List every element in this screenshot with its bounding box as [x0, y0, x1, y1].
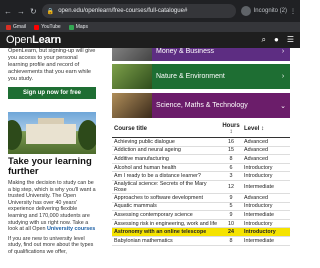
course-title[interactable]: Am I ready to be a distance learner?	[112, 171, 220, 181]
table-header-row: Course title Hours ↕ Level ↕	[112, 121, 290, 138]
table-row[interactable]: Approaches to software development 9 Advan…	[112, 193, 290, 203]
table-row[interactable]: Aquatic mammals 5 Introductory	[112, 202, 290, 212]
catalogue: Money & Business › Nature & Environment …	[112, 48, 290, 268]
table-row[interactable]: Assessing risk in engineering, work and …	[112, 219, 290, 229]
building-shape	[26, 124, 76, 144]
sidebar: OpenLearn, but signing-up will give you …	[0, 48, 104, 268]
signup-intro: OpenLearn, but signing-up will give you …	[8, 48, 96, 82]
signup-button[interactable]: Sign up now for free	[8, 87, 96, 99]
tree-shape	[8, 120, 22, 150]
course-title[interactable]: Additive manufacturing	[112, 154, 220, 164]
page-content: OpenLearn, but signing-up will give you …	[0, 48, 300, 268]
category-science-maths-technology[interactable]: Science, Maths & Technology ⌄	[112, 93, 290, 118]
course-title[interactable]: Addiction and neural ageing	[112, 146, 220, 156]
category-thumb	[112, 48, 152, 61]
category-thumb	[112, 93, 152, 118]
table-row[interactable]: Analytical science: Secrets of the Mary …	[112, 180, 290, 194]
maps-icon	[68, 24, 74, 30]
table-row[interactable]: Assessing contemporary science 9 Intermedi…	[112, 210, 290, 220]
promo-more: If you are new to university level study…	[8, 235, 94, 255]
lock-icon: 🔒	[46, 8, 55, 15]
openlearn-logo[interactable]: OpenLearn	[6, 34, 61, 46]
course-title[interactable]: Babylonian mathematics	[112, 236, 220, 246]
youtube-icon	[34, 24, 40, 30]
promo-title: Take your learning further	[8, 156, 92, 177]
table-row[interactable]: Achieving public dialogue 16 Advanced	[112, 137, 290, 147]
category-money-business[interactable]: Money & Business ›	[112, 48, 290, 61]
user-icon[interactable]: ●	[274, 35, 279, 45]
promo-link[interactable]: University courses	[47, 226, 95, 232]
url-text: open.edu/openlearn/free-courses/full-cat…	[58, 8, 188, 14]
column-course-title[interactable]: Course title	[112, 121, 220, 138]
address-bar[interactable]: 🔒 open.edu/openlearn/free-courses/full-c…	[41, 4, 236, 18]
chevron-right-icon: ›	[281, 73, 285, 80]
course-title[interactable]: Alcohol and human health	[112, 163, 220, 173]
course-title[interactable]: Aquatic mammals	[112, 202, 220, 212]
category-thumb	[112, 64, 152, 89]
tree-shape	[78, 120, 96, 150]
gmail-icon	[6, 24, 11, 30]
category-nature-environment[interactable]: Nature & Environment ›	[112, 64, 290, 89]
table-row[interactable]: Am I ready to be a distance learner? 3 Int…	[112, 171, 290, 181]
table-row[interactable]: Alcohol and human health 6 Introductory	[112, 163, 290, 173]
table-row[interactable]: Addiction and neural ageing 15 Advanced	[112, 146, 290, 156]
promo-text: Making the decision to study can be a bi…	[8, 180, 96, 233]
bookmarks-bar: Gmail YouTube Maps	[0, 22, 300, 32]
course-table: Course title Hours ↕ Level ↕ Achieving p…	[112, 121, 290, 246]
course-title[interactable]: Achieving public dialogue	[112, 137, 220, 147]
menu-icon[interactable]: ☰	[287, 35, 294, 45]
course-title[interactable]: Analytical science: Secrets of the Mary …	[112, 180, 220, 194]
nav-buttons: ← → ↻	[4, 7, 37, 16]
bookmark-gmail[interactable]: Gmail	[6, 24, 26, 30]
table-row[interactable]: Additive manufacturing 8 Advanced	[112, 154, 290, 164]
course-title[interactable]: Assessing contemporary science	[112, 210, 220, 220]
browser-toolbar: ← → ↻ 🔒 open.edu/openlearn/free-courses/…	[0, 0, 300, 22]
bookmark-youtube[interactable]: YouTube	[34, 24, 61, 30]
forward-icon[interactable]: →	[17, 7, 25, 16]
profile-label: Incognito (2)	[253, 8, 287, 14]
course-title[interactable]: Assessing risk in engineering, work and …	[112, 219, 220, 229]
sort-icon: ↕	[229, 129, 233, 135]
bookmark-maps[interactable]: Maps	[68, 24, 88, 30]
column-level[interactable]: Level ↕	[242, 121, 290, 138]
table-row-highlighted[interactable]: Astronomy with an online telescope 24 Intr…	[112, 227, 290, 237]
column-hours[interactable]: Hours ↕	[220, 121, 242, 138]
incognito-icon	[240, 6, 251, 16]
menu-dots-icon[interactable]: ⋮	[290, 8, 296, 15]
table-row[interactable]: Babylonian mathematics 8 Intermediate	[112, 236, 290, 246]
header-tools: ⌕ ● ☰	[262, 35, 295, 45]
reload-icon[interactable]: ↻	[30, 7, 37, 16]
course-title[interactable]: Astronomy with an online telescope	[112, 227, 220, 237]
search-icon[interactable]: ⌕	[262, 35, 266, 45]
chevron-right-icon: ›	[281, 48, 285, 55]
sort-icon: ↕	[261, 126, 265, 132]
course-title[interactable]: Approaches to software development	[112, 193, 220, 203]
back-icon[interactable]: ←	[4, 7, 12, 16]
site-header: OpenLearn ⌕ ● ☰	[0, 32, 300, 48]
campus-image	[8, 112, 96, 154]
profile-chip[interactable]: Incognito (2) ⋮	[240, 6, 296, 16]
chevron-down-icon: ⌄	[280, 102, 286, 110]
